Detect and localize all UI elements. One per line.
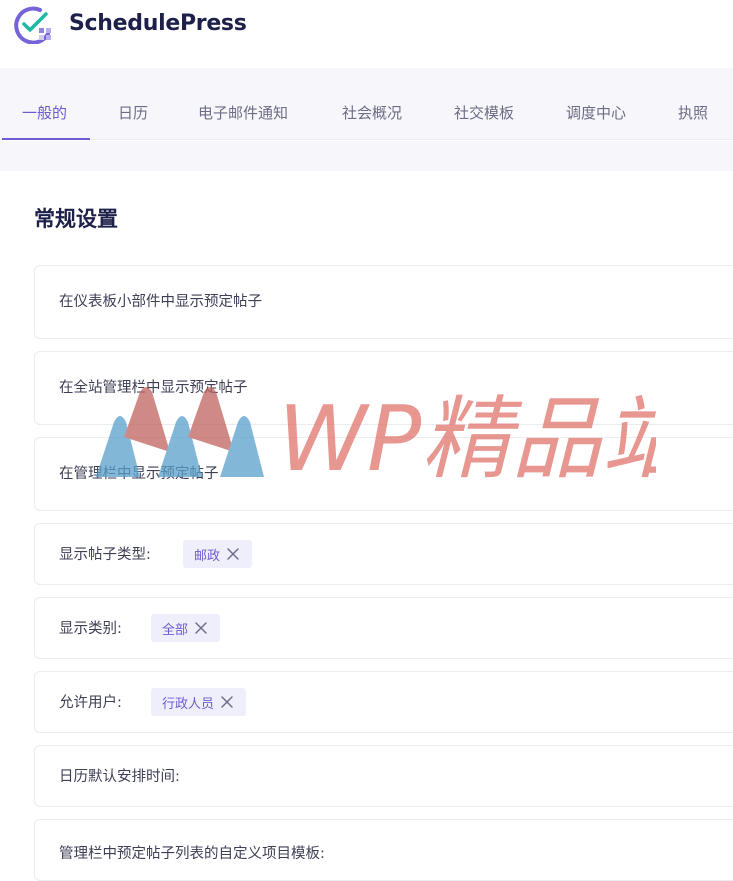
tag-label: 行政人员 xyxy=(162,696,215,712)
tag-label: 全部 xyxy=(162,622,189,638)
setting-label: 在全站管理栏中显示预定帖子 xyxy=(59,380,248,396)
setting-row-calendar-default-time[interactable]: 日历默认安排时间: xyxy=(34,745,733,807)
setting-row-post-types: 显示帖子类型: 邮政 xyxy=(34,523,733,585)
post-type-tag: 邮政 xyxy=(183,540,253,568)
close-icon[interactable] xyxy=(220,695,234,709)
setting-label: 在管理栏中显示预定帖子 xyxy=(59,466,219,482)
active-tab-underline xyxy=(2,138,90,140)
setting-label: 在仪表板小部件中显示预定帖子 xyxy=(59,294,262,310)
setting-row-allowed-users: 允许用户: 行政人员 xyxy=(34,671,733,733)
page-title: 常规设置 xyxy=(34,207,118,231)
app-header: SchedulePress xyxy=(0,0,733,68)
tab-calendar[interactable]: 日历 xyxy=(118,103,148,123)
setting-label: 显示类别: xyxy=(59,621,122,637)
tab-general[interactable]: 一般的 xyxy=(22,103,67,123)
tab-license[interactable]: 执照 xyxy=(678,103,708,123)
setting-label: 日历默认安排时间: xyxy=(59,769,180,785)
app-logo-text: SchedulePress xyxy=(69,11,247,36)
setting-row-adminbar[interactable]: 在管理栏中显示预定帖子 xyxy=(34,437,733,511)
tab-schedule-hub[interactable]: 调度中心 xyxy=(566,103,626,123)
user-role-tag: 行政人员 xyxy=(151,688,247,716)
schedulepress-logo-icon xyxy=(14,6,51,44)
setting-label: 显示帖子类型: xyxy=(59,547,151,563)
setting-row-custom-item-template[interactable]: 管理栏中预定帖子列表的自定义项目模板: xyxy=(34,819,733,881)
close-icon[interactable] xyxy=(194,621,208,635)
setting-row-categories: 显示类别: 全部 xyxy=(34,597,733,659)
settings-tabbar: 一般的 日历 电子邮件通知 社会概况 社交模板 调度中心 执照 xyxy=(0,68,733,140)
tag-label: 邮政 xyxy=(194,548,221,564)
setting-row-sitewide-adminbar[interactable]: 在全站管理栏中显示预定帖子 xyxy=(34,351,733,425)
close-icon[interactable] xyxy=(226,547,240,561)
setting-row-dashboard-widget[interactable]: 在仪表板小部件中显示预定帖子 xyxy=(34,265,733,339)
tab-email-notify[interactable]: 电子邮件通知 xyxy=(198,103,288,123)
category-tag: 全部 xyxy=(151,614,221,642)
setting-label: 管理栏中预定帖子列表的自定义项目模板: xyxy=(59,846,325,862)
setting-label: 允许用户: xyxy=(59,695,122,711)
tab-social-profile[interactable]: 社会概况 xyxy=(342,103,402,123)
content-band xyxy=(0,141,733,171)
tab-social-templates[interactable]: 社交模板 xyxy=(454,103,514,123)
